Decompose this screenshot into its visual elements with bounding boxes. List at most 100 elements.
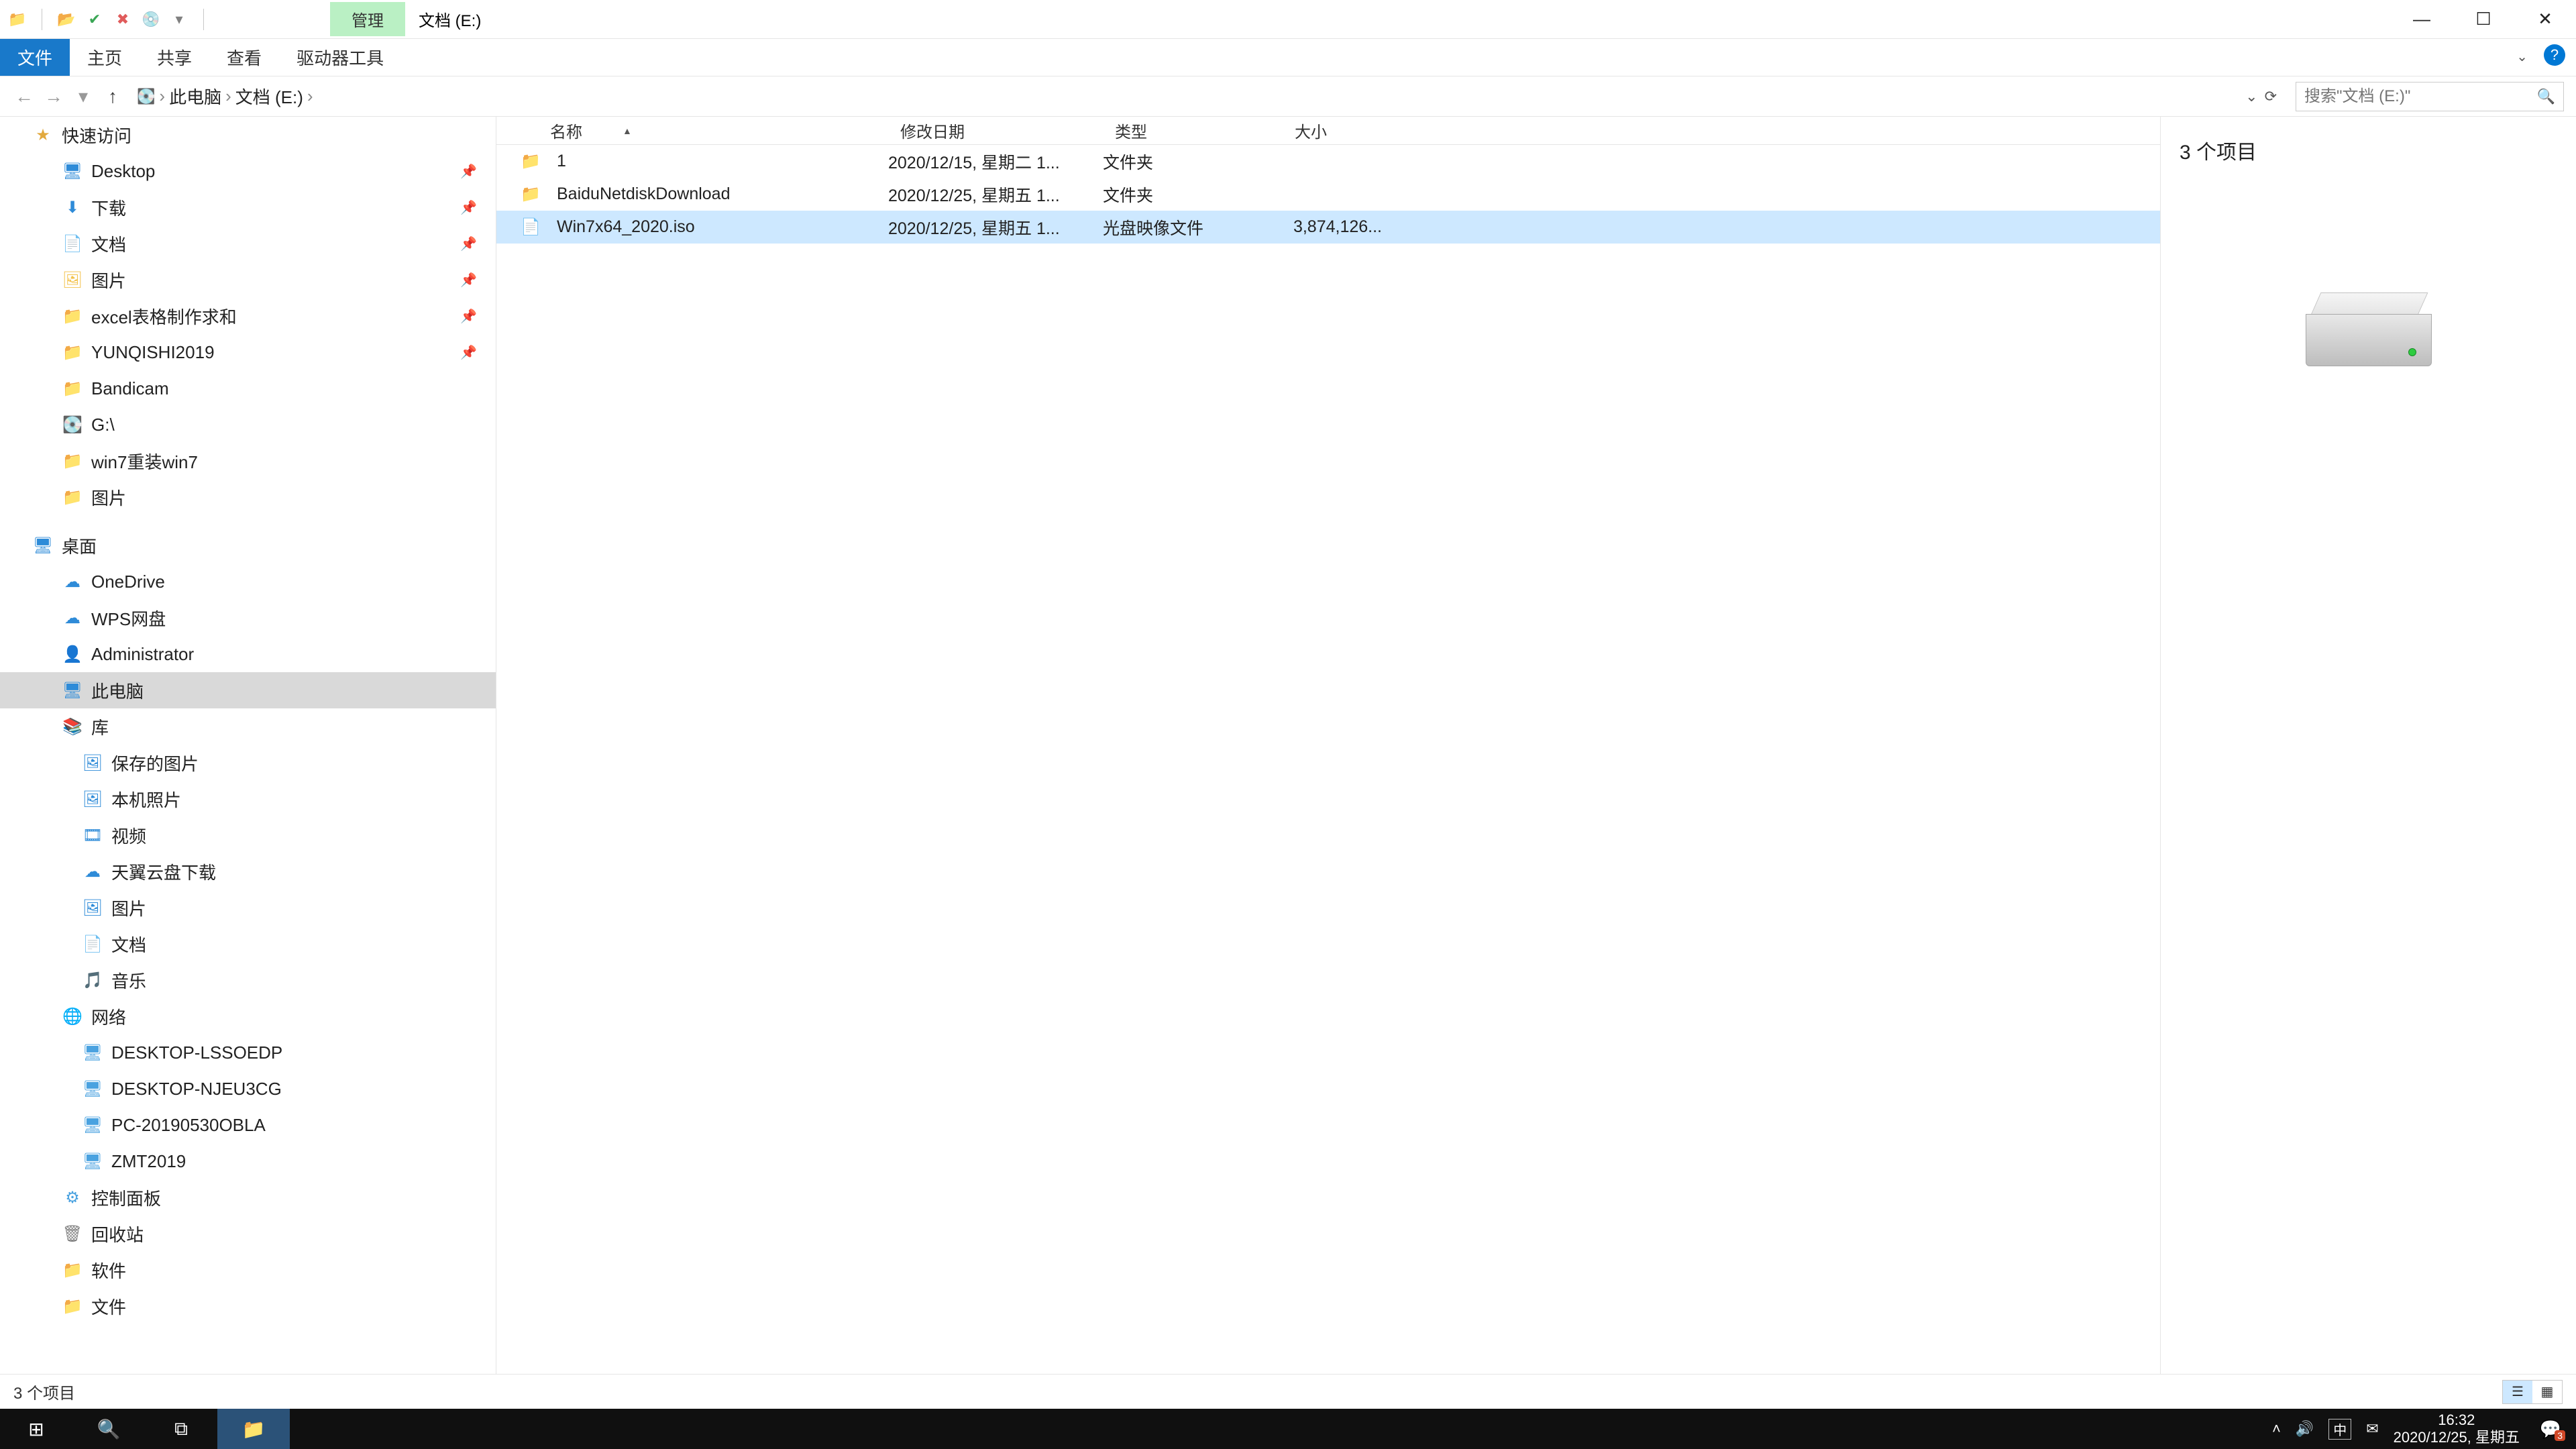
refresh-icon[interactable]: ⟳ bbox=[2265, 88, 2277, 105]
chevron-right-icon[interactable]: › bbox=[225, 86, 231, 107]
navpane-item[interactable]: 📁图片 bbox=[0, 479, 496, 515]
file-row[interactable]: 📁BaiduNetdiskDownload2020/12/25, 星期五 1..… bbox=[496, 178, 2160, 211]
desktop-icon: 🖥 bbox=[32, 536, 54, 555]
start-button[interactable]: ⊞ bbox=[0, 1409, 72, 1449]
tray-app-icon[interactable]: ✉ bbox=[2366, 1420, 2378, 1438]
navpane-label: 软件 bbox=[91, 1258, 126, 1283]
taskbar-search-button[interactable]: 🔍 bbox=[72, 1409, 145, 1449]
taskbar: ⊞ 🔍 ⧉ 📁 ˄ 🔊 中 ✉ 16:32 2020/12/25, 星期五 💬3 bbox=[0, 1409, 2576, 1449]
navpane-item[interactable]: 🖥此电脑 bbox=[0, 672, 496, 708]
navpane-item[interactable]: 🖥DESKTOP-LSSOEDP bbox=[0, 1034, 496, 1071]
breadcrumb-this-pc[interactable]: 此电脑 bbox=[169, 84, 221, 109]
navpane-item[interactable]: 🖼图片📌 bbox=[0, 262, 496, 298]
address-dropdown-icon[interactable]: ⌄ bbox=[2245, 88, 2257, 105]
taskbar-explorer-button[interactable]: 📁 bbox=[217, 1409, 290, 1449]
navpane-item[interactable]: 💽G:\ bbox=[0, 407, 496, 443]
navpane-item[interactable]: 🖥ZMT2019 bbox=[0, 1143, 496, 1179]
nav-forward-button[interactable]: → bbox=[42, 86, 66, 107]
minimize-button[interactable]: — bbox=[2391, 0, 2453, 38]
tray-overflow-icon[interactable]: ˄ bbox=[2272, 1420, 2281, 1438]
navpane-item-icon: ☁ bbox=[62, 608, 83, 628]
navpane-item[interactable]: 📁YUNQISHI2019📌 bbox=[0, 334, 496, 370]
column-header-type[interactable]: 类型 bbox=[1102, 119, 1281, 142]
navpane-item-label: excel表格制作求和 bbox=[91, 304, 237, 329]
navpane-item[interactable]: 📁win7重装win7 bbox=[0, 443, 496, 479]
column-headers[interactable]: 名称 ▲ 修改日期 类型 大小 bbox=[496, 117, 2160, 145]
qat-check-icon[interactable]: ✔ bbox=[85, 10, 104, 29]
qat-dropdown-icon[interactable]: ▾ bbox=[170, 10, 189, 29]
folder-icon: 📁 bbox=[62, 1297, 83, 1316]
navpane-item[interactable]: 📁excel表格制作求和📌 bbox=[0, 298, 496, 334]
navpane-item[interactable]: 📄文档📌 bbox=[0, 225, 496, 262]
close-button[interactable]: ✕ bbox=[2514, 0, 2576, 38]
navpane-item-label: DESKTOP-NJEU3CG bbox=[111, 1079, 282, 1099]
navpane-item-icon: 🖥 bbox=[82, 1152, 103, 1171]
tab-file[interactable]: 文件 bbox=[0, 39, 70, 76]
navpane-item[interactable]: 📚库 bbox=[0, 708, 496, 745]
details-view-button[interactable]: ☰ bbox=[2503, 1381, 2532, 1403]
navpane-network[interactable]: 🌐 网络 bbox=[0, 998, 496, 1034]
qat-close-icon[interactable]: ✖ bbox=[113, 10, 132, 29]
breadcrumb-drive[interactable]: 文档 (E:) bbox=[235, 84, 303, 109]
navpane-item[interactable]: ☁OneDrive bbox=[0, 564, 496, 600]
navpane-item[interactable]: 🖥DESKTOP-NJEU3CG bbox=[0, 1071, 496, 1107]
navpane-item[interactable]: 🎵音乐 bbox=[0, 962, 496, 998]
tab-drive-tools[interactable]: 驱动器工具 bbox=[279, 39, 401, 76]
navpane-control-panel[interactable]: ⚙ 控制面板 bbox=[0, 1179, 496, 1216]
nav-back-button[interactable]: ← bbox=[12, 86, 36, 107]
navpane-item[interactable]: 🖼图片 bbox=[0, 890, 496, 926]
task-view-button[interactable]: ⧉ bbox=[145, 1409, 217, 1449]
qat-eject-icon[interactable]: 💿 bbox=[142, 10, 160, 29]
ime-indicator[interactable]: 中 bbox=[2328, 1419, 2351, 1440]
maximize-button[interactable]: ☐ bbox=[2453, 0, 2514, 38]
tab-home[interactable]: 主页 bbox=[70, 39, 140, 76]
navpane-item[interactable]: 👤Administrator bbox=[0, 636, 496, 672]
column-header-modified[interactable]: 修改日期 bbox=[887, 119, 1102, 142]
navpane-item[interactable]: ☁WPS网盘 bbox=[0, 600, 496, 636]
navpane-software[interactable]: 📁 软件 bbox=[0, 1252, 496, 1288]
volume-icon[interactable]: 🔊 bbox=[2296, 1420, 2314, 1438]
search-icon[interactable]: 🔍 bbox=[2537, 88, 2555, 105]
navpane-item[interactable]: ☁天翼云盘下载 bbox=[0, 853, 496, 890]
nav-recent-dropdown[interactable]: ▾ bbox=[71, 85, 95, 107]
navpane-item-label: G:\ bbox=[91, 415, 115, 435]
chevron-right-icon[interactable]: › bbox=[159, 86, 165, 107]
navpane-recycle-bin[interactable]: 🗑 回收站 bbox=[0, 1216, 496, 1252]
qat-open-folder-icon[interactable]: 📂 bbox=[57, 10, 76, 29]
help-icon[interactable]: ? bbox=[2544, 44, 2565, 66]
file-row[interactable]: 📁12020/12/15, 星期二 1...文件夹 bbox=[496, 145, 2160, 178]
search-box[interactable]: 🔍 bbox=[2296, 82, 2564, 111]
navpane-item[interactable]: ⬇下载📌 bbox=[0, 189, 496, 225]
navpane-item[interactable]: 📄文档 bbox=[0, 926, 496, 962]
navpane-item[interactable]: 🖼本机照片 bbox=[0, 781, 496, 817]
file-modified: 2020/12/25, 星期五 1... bbox=[888, 215, 1103, 239]
action-center-button[interactable]: 💬3 bbox=[2534, 1415, 2567, 1442]
navpane-item-icon: ☁ bbox=[82, 862, 103, 881]
column-header-name[interactable]: 名称 ▲ bbox=[496, 119, 887, 142]
column-header-size[interactable]: 大小 bbox=[1281, 119, 1394, 142]
breadcrumb[interactable]: 💽 › 此电脑 › 文档 (E:) › bbox=[137, 84, 313, 109]
search-input[interactable] bbox=[2304, 87, 2537, 106]
ribbon-minimize-icon[interactable]: ⌄ bbox=[2516, 48, 2528, 65]
tab-view[interactable]: 查看 bbox=[209, 39, 279, 76]
navigation-pane[interactable]: ★ 快速访问 🖥Desktop📌⬇下载📌📄文档📌🖼图片📌 📁 excel表格制作求和… bbox=[0, 117, 496, 1374]
recycle-bin-icon: 🗑 bbox=[62, 1224, 83, 1244]
navpane-item[interactable]: 🖥Desktop📌 bbox=[0, 153, 496, 189]
file-row[interactable]: 📄Win7x64_2020.iso2020/12/25, 星期五 1...光盘映… bbox=[496, 211, 2160, 244]
file-name: 1 bbox=[557, 152, 888, 171]
navpane-item[interactable]: 🖥PC-20190530OBLA bbox=[0, 1107, 496, 1143]
navpane-docs[interactable]: 📁 文件 bbox=[0, 1288, 496, 1324]
navpane-quick-access[interactable]: ★ 快速访问 bbox=[0, 117, 496, 153]
contextual-tab-manage[interactable]: 管理 bbox=[330, 2, 405, 36]
navpane-item[interactable]: 🖼保存的图片 bbox=[0, 745, 496, 781]
thumbnails-view-button[interactable]: ▦ bbox=[2532, 1381, 2562, 1403]
navpane-desktop[interactable]: 🖥 桌面 bbox=[0, 527, 496, 564]
navpane-item[interactable]: 📁Bandicam bbox=[0, 370, 496, 407]
chevron-right-icon[interactable]: › bbox=[307, 86, 313, 107]
navpane-item[interactable]: 🎞视频 bbox=[0, 817, 496, 853]
tab-share[interactable]: 共享 bbox=[140, 39, 209, 76]
taskbar-clock[interactable]: 16:32 2020/12/25, 星期五 bbox=[2394, 1411, 2520, 1446]
nav-up-button[interactable]: ↑ bbox=[101, 86, 125, 107]
navpane-item-label: 图片 bbox=[111, 896, 146, 920]
navpane-item-icon: 📁 bbox=[62, 307, 83, 326]
